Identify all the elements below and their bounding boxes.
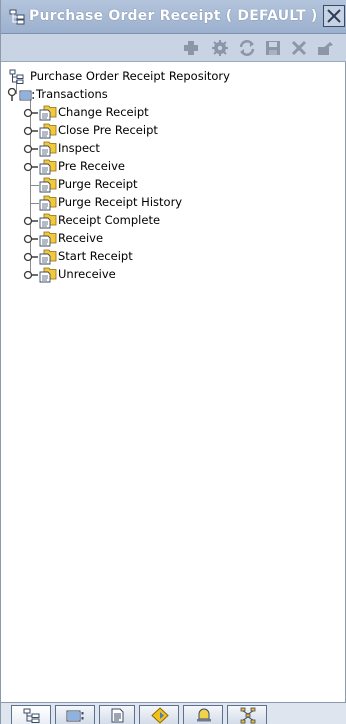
folder-document-icon bbox=[39, 141, 57, 157]
tree-connector bbox=[30, 203, 39, 204]
folder-document-icon bbox=[39, 231, 57, 247]
transactions-icon bbox=[19, 90, 34, 101]
tab-documents[interactable] bbox=[99, 705, 135, 724]
folder-document-icon bbox=[39, 249, 57, 265]
folder-document-icon bbox=[39, 195, 57, 211]
tree-node-transaction[interactable]: Start Receipt bbox=[23, 248, 333, 266]
tree-node-transaction[interactable]: Change Receipt bbox=[23, 104, 333, 122]
tree-node-label: Change Receipt bbox=[58, 105, 149, 119]
document-icon bbox=[111, 708, 124, 723]
tree-node-label: Receipt Complete bbox=[58, 213, 161, 227]
repository-icon bbox=[9, 69, 24, 84]
tree-root-label: Purchase Order Receipt Repository bbox=[30, 69, 230, 83]
tab-tree[interactable] bbox=[11, 705, 51, 724]
transactions-icon bbox=[66, 710, 84, 722]
tree-node-transactions[interactable]: Transactions bbox=[5, 86, 335, 104]
tree-node-label: Purge Receipt History bbox=[58, 195, 183, 209]
delete-icon[interactable] bbox=[289, 39, 309, 57]
repository-tree: Purchase Order Receipt Repository Transa… bbox=[1, 62, 345, 702]
folder-document-icon bbox=[39, 159, 57, 175]
tree-node-label: Start Receipt bbox=[58, 249, 133, 263]
window-title: Purchase Order Receipt ( DEFAULT ) bbox=[29, 8, 318, 24]
folder-document-icon bbox=[39, 213, 57, 229]
export-icon[interactable] bbox=[315, 39, 335, 57]
folder-document-icon bbox=[39, 105, 57, 121]
tab-rules[interactable] bbox=[139, 705, 179, 724]
tree-node-transaction[interactable]: Purge Receipt History bbox=[23, 194, 333, 212]
tree-node-label: Transactions bbox=[36, 87, 108, 101]
tree-node-transaction[interactable]: Receive bbox=[23, 230, 333, 248]
gear-icon[interactable] bbox=[210, 39, 230, 57]
tree-node-label: Inspect bbox=[58, 141, 100, 155]
tree-node-label: Receive bbox=[58, 231, 104, 245]
close-button[interactable] bbox=[323, 5, 345, 27]
tree-icon bbox=[23, 708, 40, 723]
tree-node-label: Unreceive bbox=[58, 267, 116, 281]
purchase-order-receipt-panel: Purchase Order Receipt ( DEFAULT ) Purch… bbox=[0, 0, 346, 724]
tree-node-transaction[interactable]: Inspect bbox=[23, 140, 333, 158]
folder-document-icon bbox=[39, 123, 57, 139]
alert-icon bbox=[197, 708, 211, 722]
tree-node-label: Pre Receive bbox=[58, 159, 125, 173]
network-icon bbox=[240, 707, 256, 724]
tree-node-label: Purge Receipt bbox=[58, 177, 138, 191]
tree-connector bbox=[30, 185, 39, 186]
title-bar: Purchase Order Receipt ( DEFAULT ) bbox=[1, 0, 346, 34]
tree-root[interactable]: Purchase Order Receipt Repository bbox=[9, 68, 339, 86]
diamond-icon bbox=[151, 707, 169, 724]
tree-node-label: Close Pre Receipt bbox=[58, 123, 158, 137]
tree-node-transaction[interactable]: Unreceive bbox=[23, 266, 333, 284]
toolbar bbox=[1, 34, 346, 62]
add-icon[interactable] bbox=[181, 39, 201, 57]
tab-transactions[interactable] bbox=[55, 705, 95, 724]
tree-node-transaction[interactable]: Receipt Complete bbox=[23, 212, 333, 230]
tab-network[interactable] bbox=[227, 705, 267, 724]
view-tab-strip bbox=[1, 702, 346, 724]
tree-node-transaction[interactable]: Purge Receipt bbox=[23, 176, 333, 194]
tree-node-transaction[interactable]: Pre Receive bbox=[23, 158, 333, 176]
tab-alerts[interactable] bbox=[183, 705, 223, 724]
tree-hierarchy-icon bbox=[9, 9, 25, 25]
save-icon[interactable] bbox=[263, 39, 283, 57]
close-icon bbox=[327, 9, 341, 23]
tree-node-transaction[interactable]: Close Pre Receipt bbox=[23, 122, 333, 140]
refresh-icon[interactable] bbox=[237, 39, 257, 57]
folder-document-icon bbox=[39, 177, 57, 193]
folder-document-icon bbox=[39, 267, 57, 283]
